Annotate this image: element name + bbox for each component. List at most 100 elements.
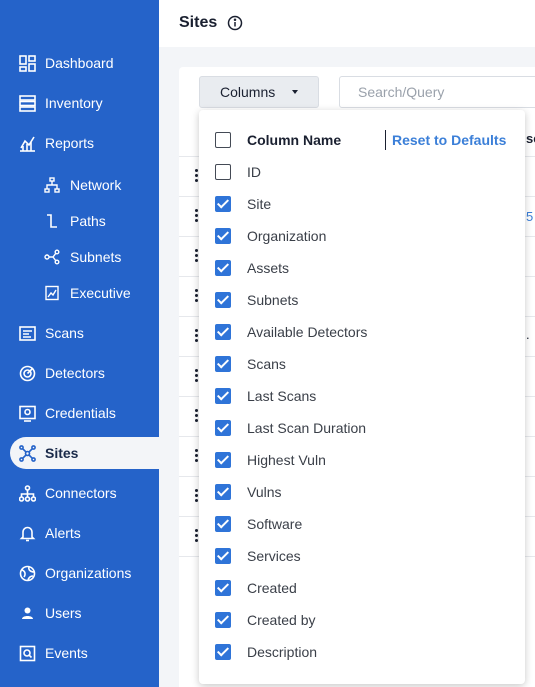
- sidebar-item-subnets[interactable]: Subnets: [0, 241, 159, 273]
- sidebar-item-label: Executive: [70, 285, 131, 301]
- columns-button-label: Columns: [220, 84, 276, 100]
- column-checkbox[interactable]: [215, 612, 231, 628]
- column-option-label: Available Detectors: [247, 324, 368, 340]
- column-option-label: Services: [247, 548, 301, 564]
- column-option-services[interactable]: Services: [199, 540, 525, 572]
- sidebar: Dashboard Inventory Reports Network Path…: [0, 0, 159, 687]
- column-option-label: Last Scans: [247, 388, 317, 404]
- sidebar-item-reports[interactable]: Reports: [0, 127, 159, 159]
- sidebar-item-network[interactable]: Network: [0, 169, 159, 201]
- sidebar-item-label: Credentials: [45, 405, 116, 421]
- column-chooser-dropdown: Column Name Reset to Defaults ID Site Or…: [199, 110, 525, 684]
- page-header: Sites: [159, 0, 535, 47]
- sidebar-item-dashboard[interactable]: Dashboard: [0, 47, 159, 79]
- column-checkbox[interactable]: [215, 548, 231, 564]
- sidebar-item-events[interactable]: Events: [0, 637, 159, 669]
- sidebar-item-label: Events: [45, 645, 88, 661]
- column-checkbox[interactable]: [215, 356, 231, 372]
- column-checkbox[interactable]: [215, 516, 231, 532]
- column-checkbox[interactable]: [215, 644, 231, 660]
- executive-icon: [44, 285, 60, 301]
- column-option-highest-vuln[interactable]: Highest Vuln: [199, 444, 525, 476]
- column-option-vulns[interactable]: Vulns: [199, 476, 525, 508]
- column-option-last-scans[interactable]: Last Scans: [199, 380, 525, 412]
- column-checkbox[interactable]: [215, 228, 231, 244]
- column-option-label: Site: [247, 196, 272, 212]
- inventory-icon: [18, 94, 36, 112]
- events-icon: [18, 644, 36, 662]
- network-icon: [44, 177, 60, 193]
- credentials-icon: [18, 404, 36, 422]
- sidebar-item-label: Network: [70, 177, 122, 193]
- sidebar-item-label: Users: [45, 605, 82, 621]
- columns-button[interactable]: Columns: [199, 76, 319, 108]
- bell-icon: [18, 524, 36, 542]
- column-header-fragment: se: [526, 131, 535, 146]
- detectors-icon: [18, 364, 36, 382]
- column-checkbox[interactable]: [215, 484, 231, 500]
- column-option-subnets[interactable]: Subnets: [199, 284, 525, 316]
- column-checkbox[interactable]: [215, 260, 231, 276]
- sidebar-item-executive[interactable]: Executive: [0, 277, 159, 309]
- sidebar-item-paths[interactable]: Paths: [0, 205, 159, 237]
- column-checkbox[interactable]: [215, 580, 231, 596]
- header-divider: [385, 130, 386, 150]
- sidebar-item-credentials[interactable]: Credentials: [0, 397, 159, 429]
- column-checkbox[interactable]: [215, 388, 231, 404]
- column-option-label: Last Scan Duration: [247, 420, 367, 436]
- column-option-description[interactable]: Description: [199, 636, 525, 668]
- column-option-available-detectors[interactable]: Available Detectors: [199, 316, 525, 348]
- column-option-label: Subnets: [247, 292, 299, 308]
- sidebar-item-label: Subnets: [70, 249, 122, 265]
- sidebar-item-organizations[interactable]: Organizations: [0, 557, 159, 589]
- paths-icon: [44, 213, 60, 229]
- column-option-organization[interactable]: Organization: [199, 220, 525, 252]
- column-option-label: Software: [247, 516, 303, 532]
- cell-link-fragment[interactable]: 5: [526, 209, 533, 224]
- column-checkbox[interactable]: [215, 452, 231, 468]
- sidebar-item-inventory[interactable]: Inventory: [0, 87, 159, 119]
- column-checkbox[interactable]: [215, 196, 231, 212]
- connectors-icon: [18, 484, 36, 502]
- sidebar-item-label: Dashboard: [45, 55, 114, 71]
- sidebar-item-scans[interactable]: Scans: [0, 317, 159, 349]
- user-icon: [18, 604, 36, 622]
- sidebar-item-label: Paths: [70, 213, 106, 229]
- column-option-label: Vulns: [247, 484, 282, 500]
- column-option-label: Organization: [247, 228, 327, 244]
- column-option-assets[interactable]: Assets: [199, 252, 525, 284]
- reset-defaults-link[interactable]: Reset to Defaults: [392, 132, 506, 148]
- sidebar-item-alerts[interactable]: Alerts: [0, 517, 159, 549]
- column-name-header: Column Name: [247, 132, 342, 148]
- column-option-label: Scans: [247, 356, 286, 372]
- sidebar-item-label: Organizations: [45, 565, 132, 581]
- column-checkbox[interactable]: [215, 292, 231, 308]
- column-option-software[interactable]: Software: [199, 508, 525, 540]
- column-option-site[interactable]: Site: [199, 188, 525, 220]
- column-option-created[interactable]: Created: [199, 572, 525, 604]
- column-option-id[interactable]: ID: [199, 156, 525, 188]
- column-checkbox[interactable]: [215, 420, 231, 436]
- search-input[interactable]: [339, 76, 535, 108]
- select-all-checkbox[interactable]: [215, 132, 231, 148]
- column-option-last-scan-duration[interactable]: Last Scan Duration: [199, 412, 525, 444]
- column-checkbox[interactable]: [215, 324, 231, 340]
- column-option-scans[interactable]: Scans: [199, 348, 525, 380]
- column-option-label: Created by: [247, 612, 316, 628]
- sidebar-item-users[interactable]: Users: [0, 597, 159, 629]
- sidebar-item-sites[interactable]: Sites: [10, 437, 159, 469]
- globe-icon: [18, 564, 36, 582]
- column-checkbox[interactable]: [215, 164, 231, 180]
- column-option-label: ID: [247, 164, 261, 180]
- info-icon[interactable]: [227, 15, 243, 31]
- column-option-created-by[interactable]: Created by: [199, 604, 525, 636]
- sidebar-item-label: Scans: [45, 325, 84, 341]
- sidebar-item-detectors[interactable]: Detectors: [0, 357, 159, 389]
- sidebar-item-label: Inventory: [45, 95, 103, 111]
- sidebar-item-connectors[interactable]: Connectors: [0, 477, 159, 509]
- page-title: Sites: [179, 14, 218, 31]
- column-option-label: Created: [247, 580, 297, 596]
- caret-down-icon: [292, 90, 298, 94]
- sidebar-item-label: Reports: [45, 135, 95, 151]
- subnets-icon: [44, 249, 60, 265]
